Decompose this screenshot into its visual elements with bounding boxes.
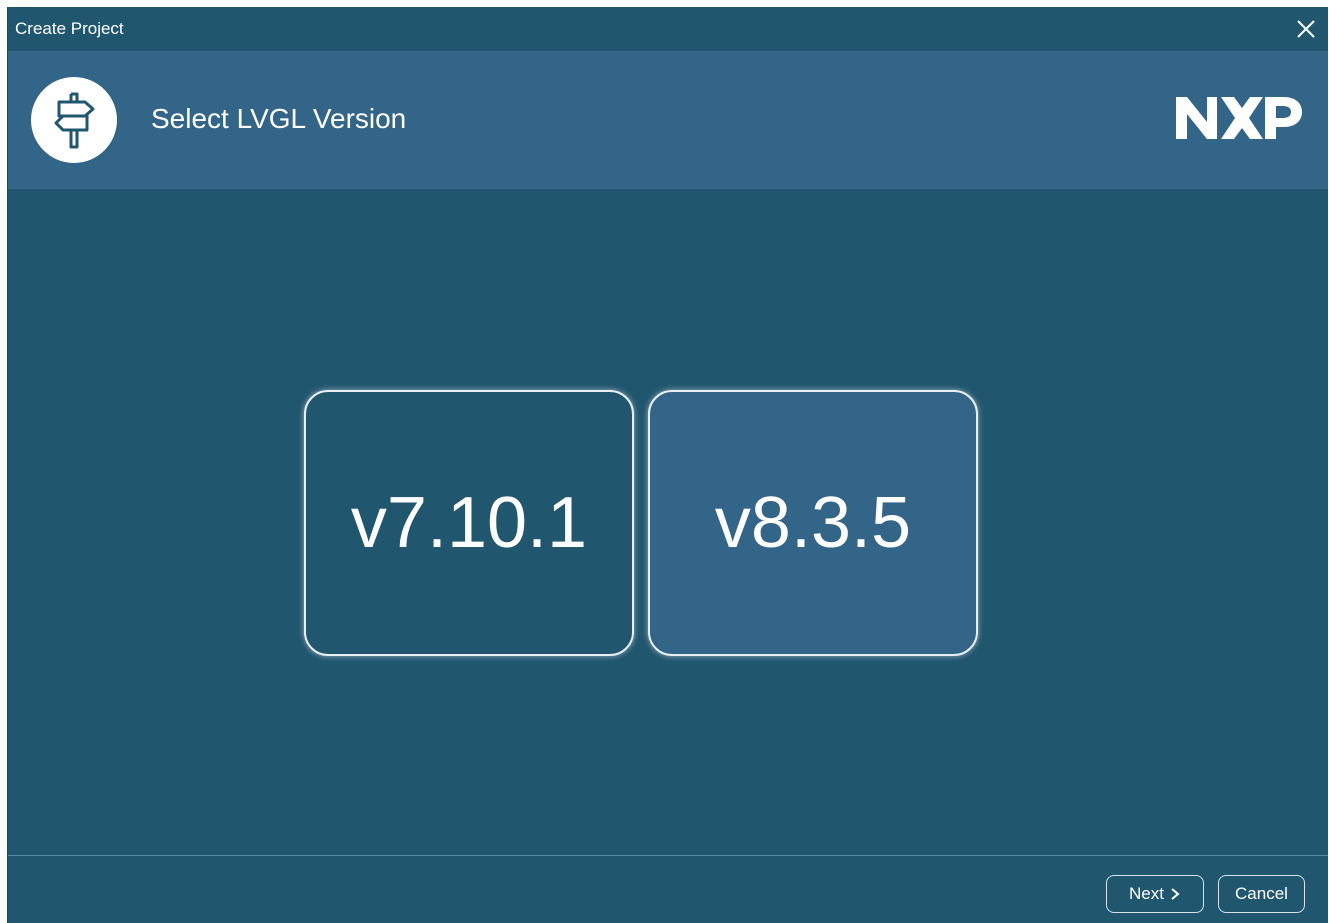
create-project-dialog: Create Project Select LVGL Version v7.10… <box>7 7 1328 923</box>
cancel-button[interactable]: Cancel <box>1218 875 1305 913</box>
window-title: Create Project <box>15 19 124 38</box>
version-option-v7[interactable]: v7.10.1 <box>304 390 634 656</box>
dialog-footer: Next Cancel <box>8 855 1328 923</box>
version-selection-area: v7.10.1 v8.3.5 <box>8 189 1328 855</box>
version-option-v8[interactable]: v8.3.5 <box>648 390 978 656</box>
version-label: v7.10.1 <box>350 483 588 563</box>
signpost-icon <box>54 92 95 149</box>
header-icon-badge <box>31 77 117 163</box>
close-icon <box>1297 20 1315 38</box>
version-label: v8.3.5 <box>714 483 912 563</box>
close-button[interactable] <box>1284 7 1328 51</box>
cancel-button-label: Cancel <box>1235 884 1288 903</box>
header-banner: Select LVGL Version <box>8 51 1328 189</box>
next-button-label: Next <box>1129 884 1164 903</box>
title-bar: Create Project <box>8 7 1328 51</box>
next-button[interactable]: Next <box>1106 875 1204 913</box>
nxp-logo <box>1176 97 1302 144</box>
chevron-right-icon <box>1171 888 1180 900</box>
page-heading: Select LVGL Version <box>151 103 407 134</box>
